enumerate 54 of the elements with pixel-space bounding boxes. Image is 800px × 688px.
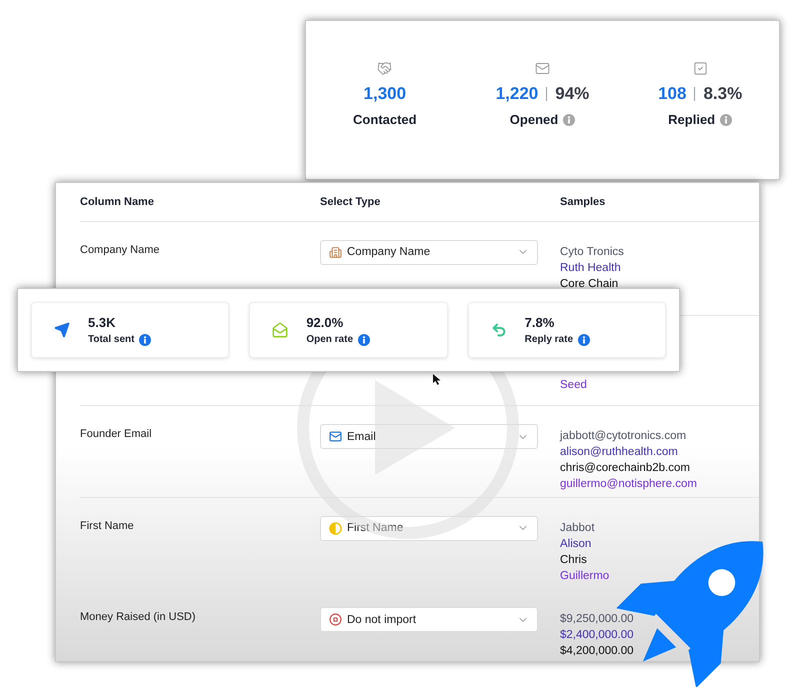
type-select[interactable]: Company Name [320, 240, 538, 265]
stat-label: Open rate [306, 334, 354, 345]
stat-value: 7.8% [524, 314, 556, 330]
info-icon [139, 334, 152, 346]
column-header: Column Name [80, 196, 155, 208]
column-header: Select Type [320, 196, 382, 208]
sample-value: guillermo@notisphere.com [560, 477, 698, 492]
building-icon [329, 246, 342, 259]
sample-value: $2,400,000.00 [560, 628, 635, 644]
paper-plane-icon [54, 322, 70, 338]
column-name: Money Raised (in USD) [80, 610, 196, 624]
column-name: First Name [80, 518, 134, 532]
stat-value: 92.0% [306, 314, 344, 330]
reply-arrow-icon [490, 322, 507, 338]
sample-value: chris@corechainb2b.com [560, 461, 691, 476]
metric-value: 1,300 [364, 84, 406, 104]
sample-value: $4,200,000.00 [560, 644, 635, 660]
sample-value: jabbott@cytotronics.com [560, 429, 688, 444]
metric-value: 1,220 [496, 84, 538, 104]
metric-percent: 8.3% [703, 84, 742, 104]
sample-value: Ruth Health [560, 260, 622, 276]
sample-value: Cyto Tronics [560, 244, 625, 260]
sample-value: Core Chain [560, 276, 620, 292]
stat-value: 5.3K [88, 314, 116, 330]
half-circle-icon [329, 522, 342, 535]
metric-percent: 94% [555, 84, 590, 104]
sample-value: Jabbot [560, 520, 596, 536]
sample-value: Guillermo [560, 568, 610, 584]
column-name: Founder Email [80, 427, 152, 440]
column-header: Samples [560, 196, 606, 208]
checkbox-icon [692, 61, 708, 76]
handshake-icon [377, 61, 392, 76]
type-select[interactable]: First Name [320, 516, 538, 541]
info-icon [578, 334, 590, 346]
stat-label: Total sent [88, 334, 134, 345]
mail-icon [534, 61, 550, 76]
cursor-icon [433, 374, 441, 385]
metric-label: Opened [510, 112, 558, 127]
sample-value: Alison [560, 536, 592, 552]
type-select[interactable]: Do not import [320, 607, 538, 632]
metric-label: Replied [668, 112, 716, 127]
sample-value: Seed [560, 378, 588, 393]
column-name: Company Name [80, 242, 160, 256]
sample-value: Chris [560, 552, 588, 568]
metric-label: Contacted [353, 112, 417, 127]
open-mail-icon [272, 322, 288, 338]
type-select[interactable]: Email [320, 424, 538, 449]
sample-value: $9,250,000.00 [560, 612, 635, 628]
info-icon [358, 334, 370, 346]
mail-icon [329, 430, 342, 443]
stop-icon [329, 613, 342, 626]
metric-value: 108 [658, 84, 686, 104]
sample-value: alison@ruthhealth.com [560, 445, 679, 460]
stat-label: Reply rate [524, 334, 574, 345]
